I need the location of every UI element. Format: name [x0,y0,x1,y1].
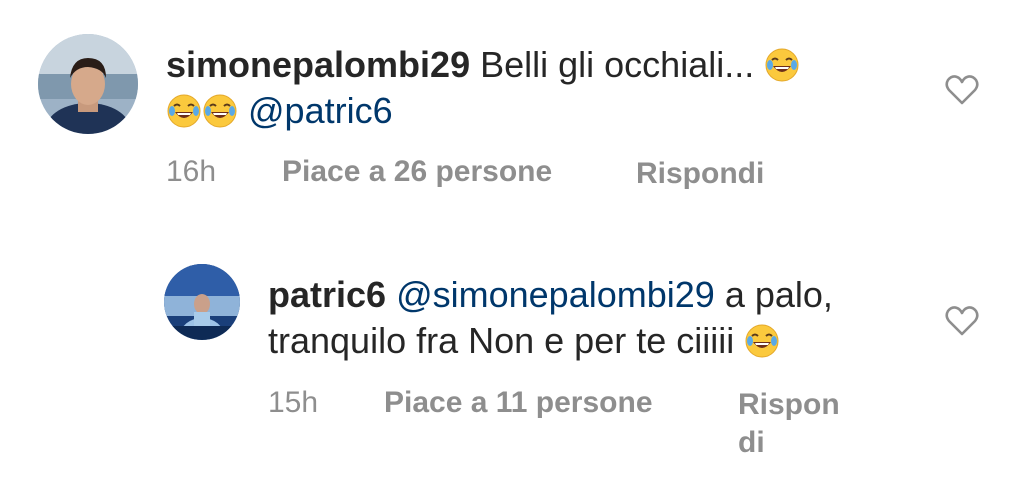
reply-button[interactable]: Rispon di [738,386,840,462]
avatar-photo [164,264,240,340]
comment-username[interactable]: patric6 [268,274,386,315]
comment-text: simonepalombi29 Belli gli occhiali... @p… [166,42,886,134]
mention-link[interactable]: @patric6 [248,90,393,131]
comment-username[interactable]: simonepalombi29 [166,44,470,85]
like-heart-icon[interactable] [945,306,979,336]
likes-count-link[interactable]: Piace a 26 persone [282,155,552,189]
likes-count-link[interactable]: Piace a 11 persone [384,386,653,420]
comment-meta: 16h Piace a 26 persone Rispondi [166,155,866,195]
avatar[interactable] [38,34,138,134]
tears-of-joy-emoji-icon [202,93,238,129]
comment-body-line2: tranquilo fra Non e per te ciiiii [268,320,735,361]
like-heart-icon[interactable] [945,75,979,105]
reply-button[interactable]: Rispondi [636,155,764,193]
tears-of-joy-emoji-icon [744,323,780,359]
tears-of-joy-emoji-icon [764,47,800,83]
avatar-photo [38,34,138,134]
comment-meta: 15h Piace a 11 persone Rispon di [268,386,888,466]
comment-text: patric6 @simonepalombi29 a palo, tranqui… [268,272,908,364]
mention-link[interactable]: @simonepalombi29 [396,274,715,315]
tears-of-joy-emoji-icon [166,93,202,129]
reply-label-line1: Rispon [738,388,840,421]
reply-label-line2: di [738,426,765,459]
comment-time: 16h [166,155,217,188]
comment-time: 15h [268,386,319,419]
avatar[interactable] [164,264,240,340]
comment-body-line1: a palo, [724,274,833,315]
comment-body: Belli gli occhiali... [480,44,755,85]
